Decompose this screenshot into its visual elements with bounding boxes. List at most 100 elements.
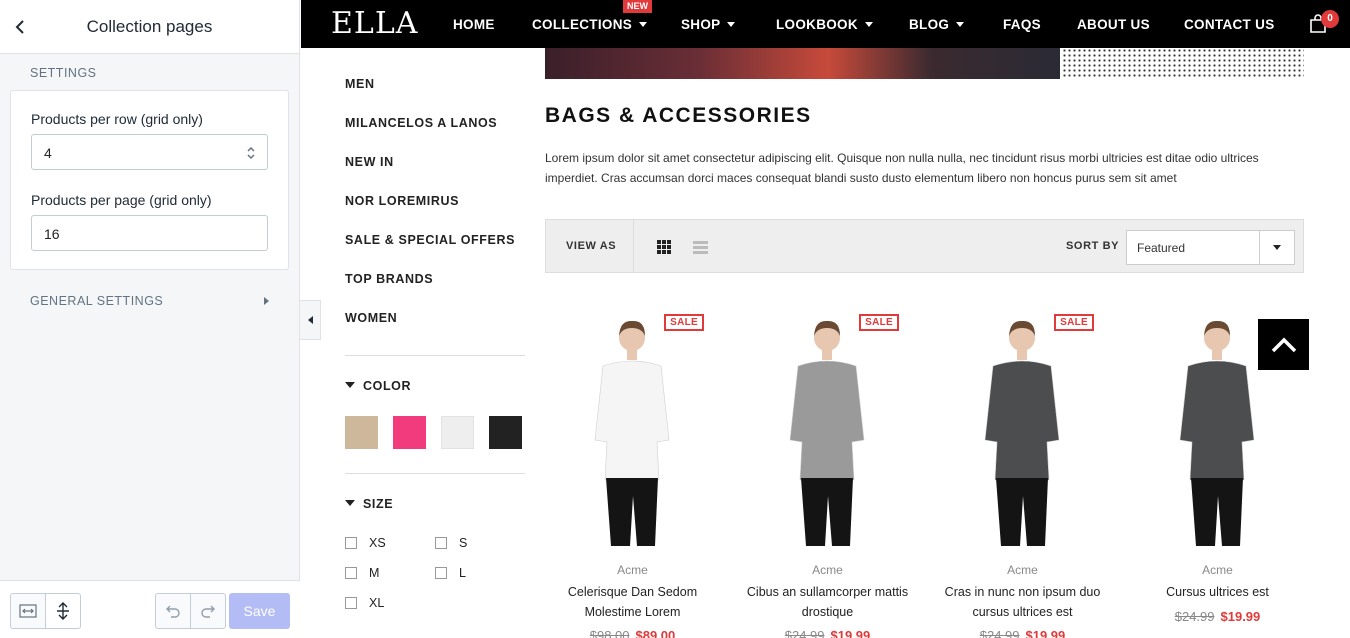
- divider: [633, 220, 634, 272]
- category-link[interactable]: SALE & SPECIAL OFFERS: [345, 233, 515, 247]
- sale-price: $19.99: [1220, 609, 1261, 624]
- size-option-m[interactable]: M: [345, 566, 379, 580]
- color-swatch[interactable]: [345, 416, 378, 449]
- original-price: $24.99: [979, 628, 1020, 638]
- product-name[interactable]: Cursus ultrices est: [1130, 582, 1305, 602]
- expand-horizontal-icon: [19, 604, 37, 618]
- undo-button[interactable]: [155, 593, 191, 629]
- collection-banner-image: [545, 48, 1060, 79]
- general-settings-toggle[interactable]: GENERAL SETTINGS: [0, 270, 299, 308]
- redo-icon: [201, 605, 215, 618]
- product-image[interactable]: [545, 300, 720, 548]
- caret-left-icon: [307, 316, 313, 324]
- inspector-button[interactable]: [45, 593, 81, 629]
- nav-home[interactable]: HOME: [453, 17, 495, 32]
- per-page-input[interactable]: 16: [31, 215, 268, 251]
- product-name[interactable]: Cras in nunc non ipsum duo cursus ultric…: [935, 582, 1110, 622]
- size-filter-toggle[interactable]: SIZE: [345, 497, 393, 511]
- sale-price: $19.99: [830, 628, 871, 638]
- nav-collections[interactable]: COLLECTIONS: [532, 17, 648, 32]
- back-button[interactable]: [0, 0, 40, 54]
- caret-down-icon: [345, 382, 355, 388]
- grid-view-icon[interactable]: [657, 240, 671, 254]
- product-image[interactable]: [740, 300, 915, 548]
- checkbox[interactable]: [345, 567, 357, 579]
- category-link[interactable]: MILANCELOS A LANOS: [345, 116, 497, 130]
- nav-faqs[interactable]: FAQS: [1003, 17, 1041, 32]
- size-label: S: [459, 536, 468, 550]
- fullwidth-button[interactable]: [10, 593, 46, 629]
- back-to-top-button[interactable]: [1258, 319, 1309, 370]
- per-page-label: Products per page (grid only): [31, 192, 212, 208]
- product-name[interactable]: Cibus an sullamcorper mattis drostique: [740, 582, 915, 622]
- sale-badge: SALE: [664, 314, 704, 331]
- checkbox[interactable]: [345, 537, 357, 549]
- collection-description: Lorem ipsum dolor sit amet consectetur a…: [545, 151, 1259, 185]
- color-filter-toggle[interactable]: COLOR: [345, 379, 411, 393]
- size-option-l[interactable]: L: [435, 566, 466, 580]
- product-price: $98.00 $89.00: [545, 628, 720, 638]
- product-price: $24.99 $19.99: [1130, 609, 1305, 624]
- size-filter-title: SIZE: [363, 497, 394, 511]
- sale-badge: SALE: [1054, 314, 1094, 331]
- category-link[interactable]: MEN: [345, 77, 375, 91]
- nav-about-us[interactable]: ABOUT US: [1077, 17, 1150, 32]
- category-link[interactable]: NOR LOREMIRUS: [345, 194, 459, 208]
- size-option-s[interactable]: S: [435, 536, 467, 550]
- color-filter-title: COLOR: [363, 379, 412, 393]
- nav-lookbook[interactable]: LOOKBOOK: [776, 17, 873, 32]
- color-swatch[interactable]: [393, 416, 426, 449]
- caret-down-icon: [1273, 245, 1281, 250]
- cart-count-badge: 0: [1321, 10, 1339, 28]
- size-label: M: [369, 566, 380, 580]
- checkbox[interactable]: [345, 597, 357, 609]
- category-link[interactable]: NEW IN: [345, 155, 394, 169]
- sort-by-label: SORT BY: [1066, 240, 1120, 252]
- divider: [1259, 231, 1260, 264]
- color-swatch[interactable]: [489, 416, 522, 449]
- checkbox[interactable]: [435, 567, 447, 579]
- category-link[interactable]: TOP BRANDS: [345, 272, 433, 286]
- category-link[interactable]: WOMEN: [345, 311, 397, 325]
- caret-down-icon: [956, 22, 965, 27]
- nav-label: CONTACT US: [1184, 17, 1275, 32]
- nav-label: BLOG: [909, 17, 950, 32]
- select-arrows-icon: [247, 146, 255, 160]
- editor-footer: Save: [0, 580, 300, 638]
- chevron-left-icon: [15, 19, 24, 34]
- collection-toolbar: VIEW AS SORT BY Featured: [545, 219, 1304, 273]
- caret-down-icon: [727, 22, 736, 27]
- nav-shop[interactable]: SHOP: [681, 17, 736, 32]
- product-price: $24.99 $19.99: [740, 628, 915, 638]
- original-price: $24.99: [1174, 609, 1215, 624]
- sort-value: Featured: [1137, 241, 1186, 255]
- list-view-icon[interactable]: [693, 240, 708, 254]
- save-button[interactable]: Save: [229, 593, 290, 629]
- undo-icon: [166, 605, 180, 618]
- collapse-panel-button[interactable]: [300, 300, 321, 340]
- product-name[interactable]: Celerisque Dan Sedom Molestime Lorem: [545, 582, 720, 622]
- sale-badge: SALE: [859, 314, 899, 331]
- product-image[interactable]: [935, 300, 1110, 548]
- size-option-xs[interactable]: XS: [345, 536, 386, 550]
- nav-label: SHOP: [681, 17, 721, 32]
- cursor-icon: [57, 602, 69, 620]
- editor-title: Collection pages: [86, 16, 213, 36]
- nav-contact-us[interactable]: CONTACT US: [1184, 17, 1275, 32]
- per-row-label: Products per row (grid only): [31, 111, 203, 127]
- nav-label: HOME: [453, 17, 495, 32]
- nav-blog[interactable]: BLOG: [909, 17, 965, 32]
- store-logo[interactable]: ELLA: [331, 6, 418, 41]
- checkbox[interactable]: [435, 537, 447, 549]
- nav-label: COLLECTIONS: [532, 17, 633, 32]
- color-swatch[interactable]: [441, 416, 474, 449]
- sort-select[interactable]: Featured: [1126, 230, 1295, 265]
- product-vendor: Acme: [617, 563, 648, 577]
- size-label: L: [459, 566, 466, 580]
- redo-button[interactable]: [190, 593, 226, 629]
- new-badge: NEW: [623, 0, 652, 13]
- per-row-select[interactable]: 4: [31, 134, 268, 170]
- divider: [345, 473, 525, 474]
- product-vendor: Acme: [812, 563, 843, 577]
- size-option-xl[interactable]: XL: [345, 596, 384, 610]
